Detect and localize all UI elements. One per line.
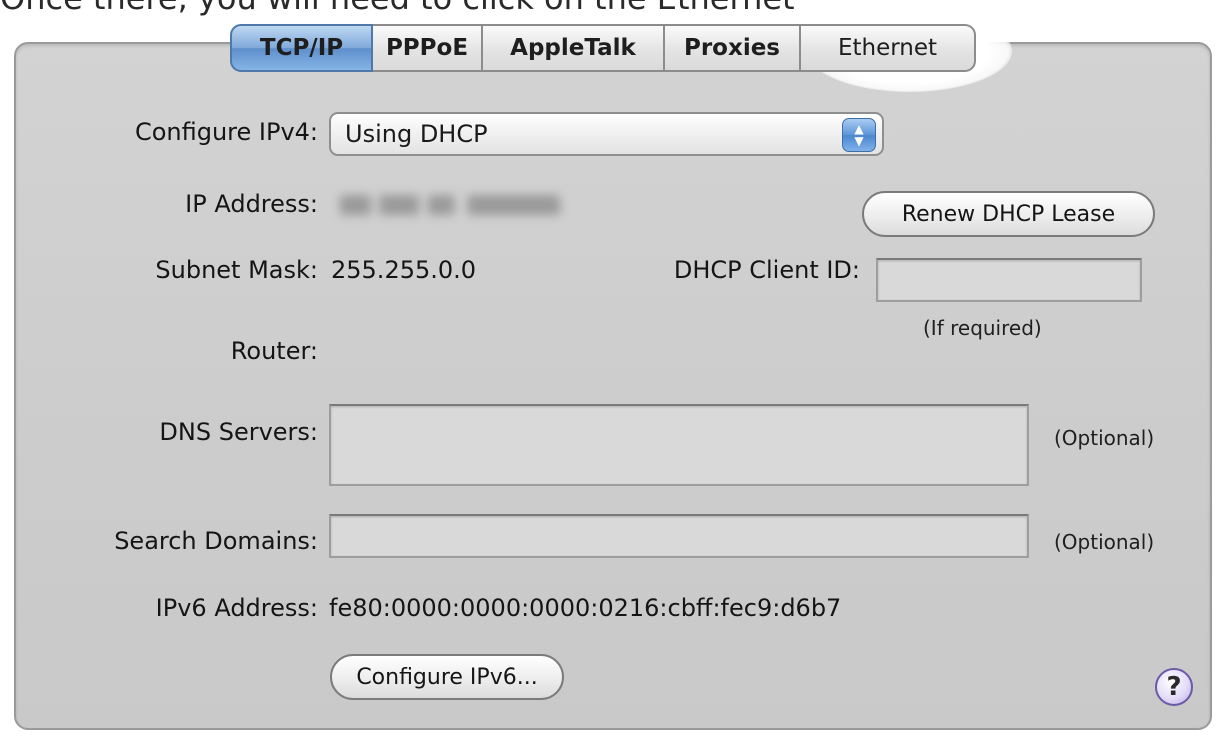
configure-ipv4-label: Configure IPv4: — [134, 118, 318, 146]
question-mark-icon: ? — [1166, 672, 1182, 702]
dhcp-client-id-label: DHCP Client ID: — [673, 256, 860, 284]
search-domains-field[interactable] — [329, 514, 1029, 558]
subnet-mask-value: 255.255.0.0 — [331, 256, 477, 284]
configure-ipv6-button[interactable]: Configure IPv6... — [330, 654, 564, 700]
dns-servers-label: DNS Servers: — [159, 418, 318, 446]
router-label: Router: — [230, 337, 318, 365]
configure-ipv4-value: Using DHCP — [345, 120, 488, 148]
ip-address-value-blurred — [340, 195, 560, 215]
renew-dhcp-lease-button[interactable]: Renew DHCP Lease — [862, 191, 1155, 237]
ipv6-address-value: fe80:0000:0000:0000:0216:cbff:fec9:d6b7 — [329, 594, 842, 622]
up-down-arrows-icon: ▲ ▼ — [842, 118, 876, 152]
dns-servers-field[interactable] — [329, 404, 1029, 486]
subnet-mask-label: Subnet Mask: — [155, 256, 318, 284]
search-domains-hint: (Optional) — [1054, 530, 1155, 554]
search-domains-label: Search Domains: — [114, 527, 318, 555]
tab-bar: TCP/IP PPPoE AppleTalk Proxies Ethernet — [230, 24, 976, 72]
ip-address-label: IP Address: — [185, 190, 318, 218]
dhcp-client-id-hint: (If required) — [923, 316, 1042, 340]
tab-pppoe[interactable]: PPPoE — [373, 24, 483, 72]
dns-servers-hint: (Optional) — [1054, 426, 1155, 450]
configure-ipv4-select[interactable]: Using DHCP ▲ ▼ — [329, 112, 884, 156]
ipv6-address-label: IPv6 Address: — [155, 594, 318, 622]
dhcp-client-id-field[interactable] — [876, 258, 1142, 302]
tab-appletalk[interactable]: AppleTalk — [483, 24, 665, 72]
tab-tcp-ip[interactable]: TCP/IP — [230, 24, 373, 72]
tab-ethernet[interactable]: Ethernet — [801, 24, 976, 72]
tab-proxies[interactable]: Proxies — [665, 24, 801, 72]
instruction-caption: Once there, you will need to click on th… — [0, 0, 1230, 22]
help-button[interactable]: ? — [1155, 668, 1193, 706]
